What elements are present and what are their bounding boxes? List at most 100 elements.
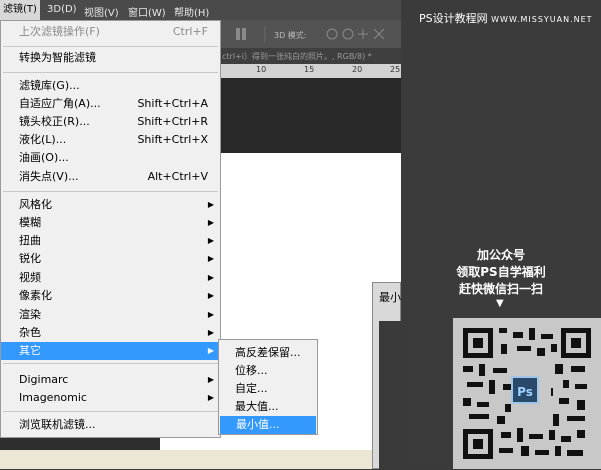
menu-item-label: 杂色 [19,326,41,339]
last-filter-shortcut: Ctrl+F [172,25,208,38]
menu-item-shortcut: Shift+Ctrl+R [137,115,208,128]
ruler-tick: 20 [352,65,363,74]
menu-item-label: 浏览联机滤镜... [19,418,96,431]
menu-item-label: 消失点(V)... [19,170,79,183]
browse-filters-online-item[interactable]: 浏览联机滤镜... [1,416,220,434]
convert-smart-filter-item[interactable]: 转换为智能滤镜 [1,49,220,67]
mode-label: 3D 模式: [274,30,307,40]
ruler-tick: 15 [304,65,315,74]
menu-divider [3,46,218,47]
oil-paint-item[interactable]: 油画(O)... [1,149,220,167]
submenu-item-label: 最大值... [235,400,279,413]
watermark-brand: PS设计教程网 [419,12,488,25]
stylize-item[interactable]: 风格化 ▶ [1,196,220,214]
menu-item-label: 锐化 [19,252,41,265]
canvas-bottom-strip [0,450,401,469]
custom-item[interactable]: 自定... [219,380,317,398]
filter-gallery-item[interactable]: 滤镜库(G)... [1,77,220,95]
minimum-dialog[interactable]: 最小 [372,282,402,470]
submenu-arrow-icon: ▶ [207,200,214,209]
sharpen-item[interactable]: 锐化 ▶ [1,250,220,268]
menu-item-label: Imagenomic [19,391,87,404]
menu-3d[interactable]: 3D(D) [47,4,77,15]
render-item[interactable]: 渲染 ▶ [1,306,220,324]
ruler-tick: 25 [390,65,401,74]
document-tab[interactable]: ctrl+i）得到一张纯白的照片。, RGB/8) * [220,48,401,64]
submenu-arrow-icon: ▶ [207,375,214,384]
ruler-tick: 10 [256,65,267,74]
menu-item-label: 视频 [19,271,41,284]
menu-window[interactable]: 窗口(W) [128,4,166,19]
submenu-item-label: 位移... [235,364,268,377]
menu-item-label: 像素化 [19,289,52,302]
menu-item-label: 液化(L)... [19,133,67,146]
submenu-item-label: 高反差保留... [235,346,301,359]
imagenomic-item[interactable]: Imagenomic ▶ [1,389,220,407]
submenu-arrow-icon: ▶ [207,218,214,227]
promo-line: 赶快微信扫一扫 [458,282,543,296]
menu-filter[interactable]: 滤镜(T) [0,0,40,20]
menu-divider [3,411,218,412]
blur-item[interactable]: 模糊 ▶ [1,214,220,232]
menubar: 滤镜(T) 3D(D) 视图(V) 窗口(W) 帮助(H) [0,0,401,20]
dialog-preview [379,321,402,470]
down-arrow-icon: ▼ [496,298,504,309]
menu-item-label: 风格化 [19,198,52,211]
lens-correction-item[interactable]: 镜头校正(R)... Shift+Ctrl+R [1,113,220,131]
promo-line: 加公众号 [476,248,525,262]
promo-panel: PS设计教程网 WWW.MISSYUAN.NET 加公众号 领取PS自学福利 赶… [401,0,601,469]
watermark: PS设计教程网 WWW.MISSYUAN.NET [419,10,593,26]
menu-item-label: 模糊 [19,216,41,229]
digimarc-item[interactable]: Digimarc ▶ [1,371,220,389]
submenu-arrow-icon: ▶ [207,254,214,263]
options-bar-icons: 3D 模式: [236,26,385,42]
menu-view[interactable]: 视图(V) [84,4,119,19]
convert-smart-filter-label: 转换为智能滤镜 [19,51,96,64]
menu-item-label: 扭曲 [19,234,41,247]
promo-line: 领取PS自学福利 [456,265,546,279]
menu-item-label: 镜头校正(R)... [19,115,90,128]
last-filter-item: 上次滤镜操作(F) Ctrl+F [1,23,220,41]
minimum-item[interactable]: 最小值... [220,416,316,434]
adaptive-wide-angle-item[interactable]: 自适应广角(A)... Shift+Ctrl+A [1,95,220,113]
menu-item-label: 渲染 [19,308,41,321]
submenu-item-label: 最小值... [236,418,280,431]
horizontal-ruler: 10 15 20 25 [220,64,401,78]
watermark-site: WWW.MISSYUAN.NET [491,15,593,24]
submenu-arrow-icon: ▶ [207,310,214,319]
pixelate-item[interactable]: 像素化 ▶ [1,287,220,305]
menu-item-shortcut: Alt+Ctrl+V [147,170,208,183]
menu-divider [3,363,218,364]
promo-text: 加公众号 领取PS自学福利 赶快微信扫一扫 [401,247,601,298]
noise-item[interactable]: 杂色 ▶ [1,324,220,342]
qr-code: Ps [453,318,601,469]
menu-divider [3,72,218,73]
menu-item-label: 其它 [19,344,41,357]
filter-menu: 上次滤镜操作(F) Ctrl+F 转换为智能滤镜 滤镜库(G)... 自适应广角… [0,20,221,438]
submenu-item-label: 自定... [235,382,268,395]
menu-item-label: 自适应广角(A)... [19,97,101,110]
liquify-item[interactable]: 液化(L)... Shift+Ctrl+X [1,131,220,149]
offset-item[interactable]: 位移... [219,362,317,380]
menu-item-label: 滤镜库(G)... [19,79,80,92]
menu-item-label: 油画(O)... [19,151,69,164]
submenu-arrow-icon: ▶ [207,273,214,282]
photoshop-logo-icon: Ps [511,376,539,404]
high-pass-item[interactable]: 高反差保留... [219,344,317,362]
distort-item[interactable]: 扭曲 ▶ [1,232,220,250]
menu-help[interactable]: 帮助(H) [174,4,209,19]
menu-item-shortcut: Shift+Ctrl+X [137,133,208,146]
vanishing-point-item[interactable]: 消失点(V)... Alt+Ctrl+V [1,168,220,186]
video-item[interactable]: 视频 ▶ [1,269,220,287]
menu-divider [3,191,218,192]
other-item[interactable]: 其它 ▶ [1,342,220,360]
other-submenu: 高反差保留... 位移... 自定... 最大值... 最小值... [218,339,318,435]
submenu-arrow-icon: ▶ [207,236,214,245]
menu-item-label: Digimarc [19,373,69,386]
submenu-arrow-icon: ▶ [207,393,214,402]
maximum-item[interactable]: 最大值... [219,398,317,416]
submenu-arrow-icon: ▶ [207,346,214,355]
dialog-title: 最小 [379,291,401,304]
last-filter-label: 上次滤镜操作(F) [19,25,100,38]
submenu-arrow-icon: ▶ [207,291,214,300]
